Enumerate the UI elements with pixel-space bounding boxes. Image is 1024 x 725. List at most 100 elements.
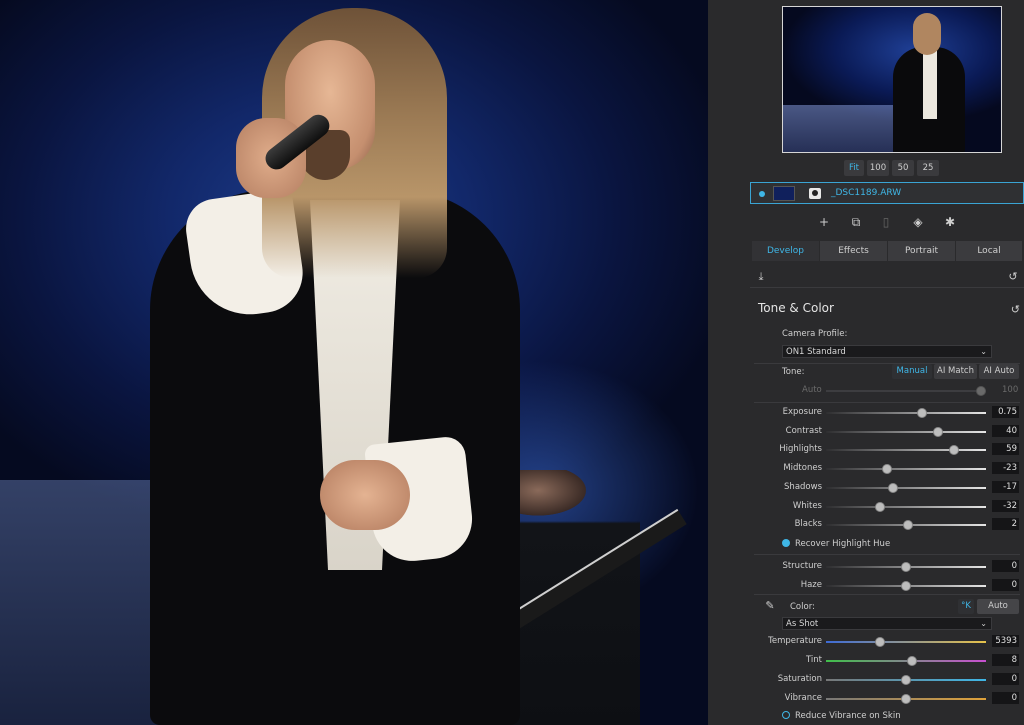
slider-track[interactable] [826, 656, 986, 666]
slider-knob[interactable] [901, 562, 911, 572]
slider-track[interactable] [826, 501, 986, 512]
white-balance-value: As Shot [786, 619, 819, 629]
slider-knob[interactable] [949, 445, 959, 456]
slider-track[interactable] [826, 637, 986, 647]
slider-knob[interactable] [901, 694, 911, 704]
slider-label: Midtones [783, 463, 822, 474]
layers-icon[interactable]: ◈ [908, 212, 928, 232]
slider-track[interactable] [826, 445, 986, 456]
slider-label: Structure [782, 561, 822, 571]
slider-track[interactable] [826, 694, 986, 704]
slider-label: Saturation [777, 674, 822, 684]
gear-icon[interactable]: ✱ [940, 212, 960, 232]
zoom-50-button[interactable]: 50 [892, 160, 914, 176]
slider-value-field[interactable]: 0 [992, 673, 1019, 685]
add-layer-icon[interactable]: + [814, 212, 834, 232]
auto-amount-label: Auto [802, 385, 822, 395]
tone-manual-button[interactable]: Manual [892, 364, 932, 379]
slider-track[interactable] [826, 562, 986, 572]
slider-value-field[interactable]: 0 [992, 692, 1019, 704]
slider-label: Shadows [784, 481, 822, 492]
layer-name: _DSC1189.ARW [831, 188, 902, 198]
slider-track[interactable] [826, 408, 986, 418]
slider-value-field[interactable]: 0 [992, 578, 1019, 591]
zoom-fit-button[interactable]: Fit [844, 160, 864, 176]
recover-highlight-toggle[interactable]: Recover Highlight Hue [782, 539, 890, 549]
slider-knob[interactable] [933, 426, 943, 437]
auto-amount-knob[interactable] [976, 386, 986, 396]
divider [754, 554, 1020, 555]
slider-knob[interactable] [901, 675, 911, 685]
slider-track[interactable] [826, 426, 986, 437]
tone-label: Tone: [782, 367, 805, 377]
thumb-shirt [923, 49, 937, 119]
chevron-down-icon: ⌄ [980, 619, 987, 628]
slider-value-field[interactable]: 8 [992, 654, 1019, 666]
slider-label: Blacks [794, 519, 822, 530]
slider-value-field[interactable]: 5393 [992, 635, 1019, 647]
zoom-controls: Fit 100 50 25 [708, 160, 1024, 176]
slider-track[interactable] [826, 520, 986, 531]
tone-ai-auto-button[interactable]: AI Auto [979, 364, 1019, 379]
zoom-25-button[interactable]: 25 [917, 160, 939, 176]
photo-canvas[interactable] [0, 0, 708, 725]
layer-mask-icon[interactable] [809, 188, 821, 199]
layer-row[interactable]: _DSC1189.ARW [750, 182, 1024, 204]
chevron-down-icon: ⌄ [980, 347, 987, 356]
slider-knob[interactable] [875, 501, 886, 512]
slider-knob[interactable] [907, 656, 918, 666]
slider-track[interactable] [826, 675, 986, 685]
camera-profile-value: ON1 Standard [786, 347, 846, 357]
recover-highlight-label: Recover Highlight Hue [795, 539, 891, 549]
color-auto-button[interactable]: Auto [977, 599, 1019, 614]
layer-visibility-icon[interactable] [759, 191, 765, 197]
section-title[interactable]: Tone & Color [758, 301, 834, 315]
slider-value-field[interactable]: 2 [992, 518, 1019, 531]
slider-track[interactable] [826, 482, 986, 493]
eyedropper-icon[interactable]: ✎ [762, 598, 778, 614]
slider-knob[interactable] [902, 520, 913, 531]
tone-color-panel: Tone & Color ↺ Camera Profile: ON1 Stand… [750, 292, 1024, 725]
navigator-thumbnail[interactable] [782, 6, 1002, 153]
slider-knob[interactable] [875, 637, 886, 647]
divider [754, 402, 1020, 403]
slider-knob[interactable] [881, 464, 892, 475]
auto-amount-value: 100 [1002, 385, 1019, 395]
tab-effects[interactable]: Effects [820, 241, 887, 261]
right-panel: Fit 100 50 25 _DSC1189.ARW + ⧉ ▯ ◈ ✱ Dev… [708, 0, 1024, 725]
tone-ai-match-button[interactable]: AI Match [934, 364, 977, 379]
kelvin-button[interactable]: °K [958, 599, 974, 614]
slider-value-field[interactable]: -23 [992, 462, 1019, 475]
slider-value-field[interactable]: 0 [992, 560, 1019, 572]
slider-label: Exposure [782, 407, 822, 417]
tab-develop[interactable]: Develop [752, 241, 819, 261]
duplicate-layer-icon[interactable]: ⧉ [846, 212, 866, 232]
layer-tools: + ⧉ ▯ ◈ ✱ [750, 212, 1024, 232]
slider-value-field[interactable]: -17 [992, 480, 1019, 493]
slider-value-field[interactable]: 40 [992, 424, 1019, 437]
delete-layer-icon[interactable]: ▯ [876, 212, 896, 232]
reduce-vibrance-label: Reduce Vibrance on Skin [795, 711, 901, 721]
export-icon[interactable]: ⤓ [754, 270, 768, 284]
zoom-100-button[interactable]: 100 [867, 160, 889, 176]
camera-profile-select[interactable]: ON1 Standard ⌄ [782, 345, 992, 358]
slider-knob[interactable] [901, 580, 911, 591]
recover-highlight-checkbox[interactable] [782, 539, 790, 547]
slider-track[interactable] [826, 464, 986, 475]
thumb-stage [783, 105, 893, 152]
white-balance-select[interactable]: As Shot ⌄ [782, 617, 992, 630]
slider-value-field[interactable]: -32 [992, 499, 1019, 512]
thumb-head [913, 13, 941, 55]
slider-value-field[interactable]: 0.75 [992, 406, 1019, 418]
panel-scrollbar[interactable] [1018, 0, 1024, 725]
reduce-vibrance-toggle[interactable]: Reduce Vibrance on Skin [782, 711, 901, 721]
slider-knob[interactable] [917, 408, 927, 418]
slider-value-field[interactable]: 59 [992, 443, 1019, 456]
slider-label: Vibrance [784, 693, 822, 703]
tab-portrait[interactable]: Portrait [888, 241, 955, 261]
tab-local[interactable]: Local [956, 241, 1022, 261]
slider-knob[interactable] [888, 482, 899, 493]
slider-track[interactable] [826, 580, 986, 591]
reduce-vibrance-checkbox[interactable] [782, 711, 790, 719]
auto-amount-slider[interactable] [826, 386, 986, 396]
